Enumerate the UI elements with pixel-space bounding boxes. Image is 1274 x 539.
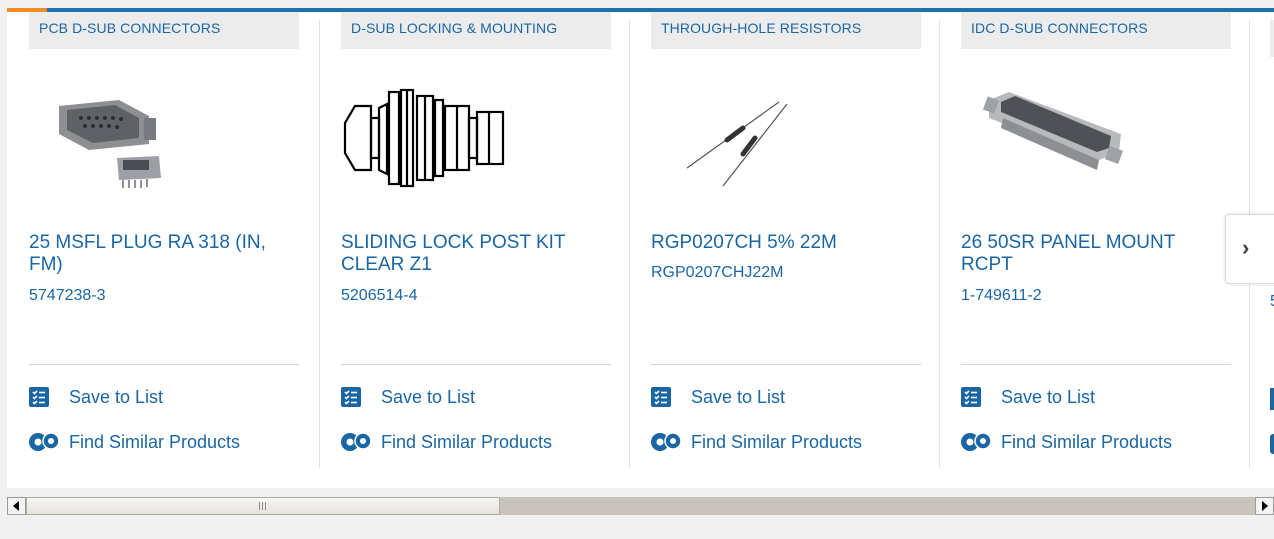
part-number[interactable]: 5206514-4 bbox=[341, 287, 611, 305]
card-divider bbox=[319, 20, 320, 468]
arrow-right-icon bbox=[1262, 501, 1268, 511]
category-label[interactable]: PCB D-SUB CONNECTORS bbox=[29, 12, 299, 49]
category-label[interactable]: THROUGH-HOLE RESISTORS bbox=[651, 12, 921, 49]
scroll-right-button[interactable] bbox=[1255, 497, 1274, 515]
product-card: D-SUB LOCKING & MOUNTING SLIDING LOCK PO… bbox=[341, 12, 611, 468]
arrow-left-icon bbox=[13, 501, 19, 511]
gears-icon bbox=[961, 432, 992, 451]
product-title[interactable]: SLIDING LOCK POST KIT CLEAR Z1 bbox=[341, 232, 611, 276]
card-separator bbox=[29, 364, 299, 365]
product-image[interactable] bbox=[49, 78, 199, 198]
partial-category-label bbox=[1270, 20, 1274, 57]
product-card: THROUGH-HOLE RESISTORS RGP0207CH 5% 22M … bbox=[651, 12, 921, 468]
product-title[interactable]: 25 MSFL PLUG RA 318 (IN, FM) bbox=[29, 232, 299, 276]
find-similar-label: Find Similar Products bbox=[691, 431, 863, 452]
save-to-list-link[interactable]: Save to List bbox=[651, 385, 785, 409]
save-to-list-link[interactable]: Save to List bbox=[341, 385, 475, 409]
page-bottom-area bbox=[7, 515, 1274, 539]
product-title[interactable]: RGP0207CH 5% 22M bbox=[651, 232, 921, 254]
product-image[interactable] bbox=[341, 78, 511, 198]
card-separator bbox=[341, 364, 611, 365]
product-image[interactable] bbox=[671, 78, 821, 198]
save-to-list-link[interactable]: Save to List bbox=[961, 385, 1095, 409]
chevron-right-icon: › bbox=[1242, 235, 1250, 260]
find-similar-link[interactable]: Find Similar Products bbox=[651, 430, 862, 454]
card-separator bbox=[651, 364, 921, 365]
save-to-list-label: Save to List bbox=[69, 386, 164, 407]
partial-gears-icon bbox=[1270, 434, 1274, 454]
category-label[interactable]: IDC D-SUB CONNECTORS bbox=[961, 12, 1231, 49]
grip-icon bbox=[259, 502, 266, 510]
part-number[interactable]: 1-749611-2 bbox=[961, 287, 1231, 305]
find-similar-link[interactable]: Find Similar Products bbox=[29, 430, 240, 454]
checklist-icon bbox=[341, 387, 361, 407]
carousel-next-button[interactable]: › bbox=[1225, 214, 1274, 284]
gears-icon bbox=[29, 432, 60, 451]
save-to-list-link[interactable]: Save to List bbox=[29, 385, 163, 409]
card-separator bbox=[961, 364, 1231, 365]
save-to-list-label: Save to List bbox=[1001, 386, 1096, 407]
product-card: IDC D-SUB CONNECTORS 26 50SR PANEL MOUNT… bbox=[961, 12, 1231, 468]
find-similar-link[interactable]: Find Similar Products bbox=[341, 430, 552, 454]
horizontal-scrollbar[interactable] bbox=[7, 497, 1274, 515]
partial-part-number[interactable]: 5 bbox=[1270, 293, 1274, 311]
find-similar-label: Find Similar Products bbox=[1001, 431, 1173, 452]
find-similar-label: Find Similar Products bbox=[381, 431, 553, 452]
part-number[interactable]: 5747238-3 bbox=[29, 287, 299, 305]
save-to-list-label: Save to List bbox=[691, 386, 786, 407]
scrollbar-thumb[interactable] bbox=[26, 497, 500, 515]
part-number[interactable]: RGP0207CHJ22M bbox=[651, 264, 921, 282]
checklist-icon bbox=[29, 387, 49, 407]
product-title[interactable]: 26 50SR PANEL MOUNT RCPT bbox=[961, 232, 1231, 276]
scroll-left-button[interactable] bbox=[7, 497, 26, 515]
product-image[interactable] bbox=[981, 78, 1131, 198]
checklist-icon bbox=[651, 387, 671, 407]
gears-icon bbox=[651, 432, 682, 451]
idc-connector-photo bbox=[982, 92, 1123, 170]
save-to-list-label: Save to List bbox=[381, 386, 476, 407]
card-divider bbox=[629, 20, 630, 468]
find-similar-link[interactable]: Find Similar Products bbox=[961, 430, 1172, 454]
checklist-icon bbox=[961, 387, 981, 407]
resistor-photo bbox=[686, 101, 788, 187]
card-divider bbox=[939, 20, 940, 468]
gears-icon bbox=[341, 432, 372, 451]
partial-checklist-icon bbox=[1270, 388, 1274, 410]
product-card: PCB D-SUB CONNECTORS 25 MSFL PLUG RA 318… bbox=[29, 12, 299, 468]
category-label[interactable]: D-SUB LOCKING & MOUNTING bbox=[341, 12, 611, 49]
find-similar-label: Find Similar Products bbox=[69, 431, 241, 452]
lock-post-drawing bbox=[343, 88, 505, 188]
dsub-connector-photo bbox=[59, 100, 161, 188]
